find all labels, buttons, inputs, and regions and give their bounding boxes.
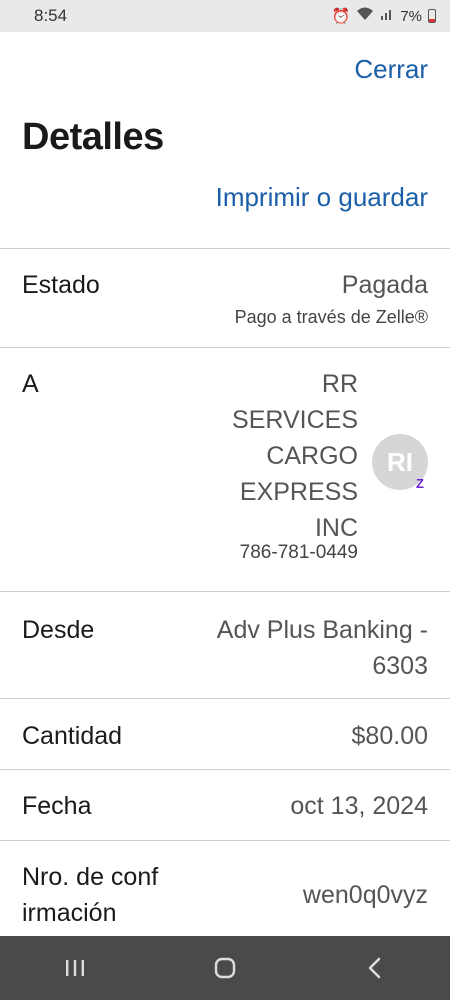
close-button[interactable]: Cerrar [354,54,428,85]
payment-method-note: Pago a través de Zelle® [234,307,428,327]
amount-label: Cantidad [22,722,123,750]
date-value: oct 13, 2024 [290,792,428,820]
recipient-name-line: CARGO [266,442,358,470]
battery-percent: 7% [400,7,422,25]
from-row: Desde Adv Plus Banking - 6303 [0,592,450,698]
zelle-icon: Z [416,476,424,491]
status-label: Estado [22,271,100,299]
date-label: Fecha [22,792,92,820]
from-label: Desde [22,616,95,644]
status-time: 8:54 [34,6,68,25]
signal-icon [380,7,394,25]
status-bar: 8:54 ⏰ 7% [0,0,450,32]
status-icons: ⏰ 7% [332,7,436,25]
navigation-bar [0,936,450,1000]
status-value: Pagada [341,271,428,299]
wifi-icon [356,7,374,25]
confirmation-label-line: irmación [22,899,117,927]
recipient-phone: 786-781-0449 [239,542,358,563]
confirmation-number: wen0q0vyz [302,881,428,909]
from-account-line: Adv Plus Banking - [216,616,428,644]
recipient-name-line: RR [321,370,358,398]
confirmation-row: Nro. de conf irmación wen0q0vyz [0,841,450,936]
alarm-icon: ⏰ [331,8,351,25]
amount-value: $80.00 [351,722,428,750]
home-icon[interactable] [195,948,255,988]
confirmation-label-line: Nro. de conf [22,863,159,891]
amount-row: Cantidad $80.00 [0,699,450,769]
from-account: Adv Plus Banking - 6303 [217,612,428,684]
recipient-row: A RR SERVICES CARGO EXPRESS INC 786-781-… [0,348,450,591]
recipient-name-line: EXPRESS [239,478,358,506]
back-icon[interactable] [345,948,405,988]
recipient-name-line: INC [314,514,358,542]
recent-apps-icon[interactable] [45,948,105,988]
date-row: Fecha oct 13, 2024 [0,770,450,840]
from-account-line: 6303 [372,652,428,680]
recipient-label: A [22,370,39,398]
recipient-name: RR SERVICES CARGO EXPRESS INC [198,366,358,546]
header: Cerrar Detalles Imprimir o guardar [0,32,450,248]
confirmation-label: Nro. de conf irmación [22,859,158,931]
recipient-name-line: SERVICES [232,406,358,434]
page-title: Detalles [22,116,164,158]
print-or-save-button[interactable]: Imprimir o guardar [216,182,428,213]
status-row: Estado Pagada Pago a través de Zelle® [0,249,450,347]
battery-icon [428,9,436,23]
